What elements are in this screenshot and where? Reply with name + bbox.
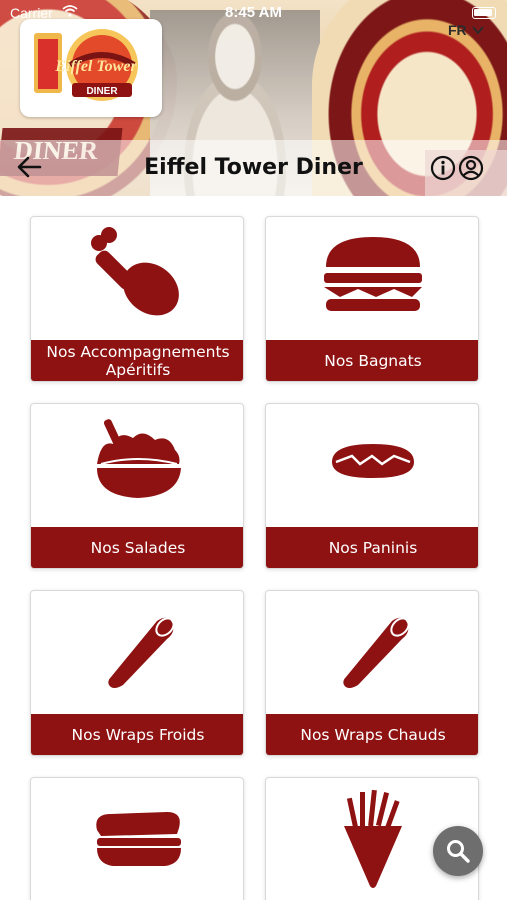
search-button[interactable]	[433, 826, 483, 876]
category-label: Nos Wraps Chauds	[266, 714, 478, 755]
logo-image: Eiffel Tower DINER	[34, 29, 138, 101]
category-card[interactable]	[30, 777, 244, 900]
logo-subtext: DINER	[86, 86, 118, 97]
chicken-leg-icon	[91, 227, 179, 316]
category-grid: Nos Accompagnements Apéritifs Nos Bagnat…	[0, 196, 507, 900]
user-profile-icon[interactable]	[458, 155, 484, 181]
category-card[interactable]: Nos Bagnats	[265, 216, 479, 382]
category-label: Nos Bagnats	[266, 340, 478, 381]
category-card[interactable]: Nos Accompagnements Apéritifs	[30, 216, 244, 382]
category-card[interactable]: Nos Wraps Froids	[30, 590, 244, 756]
category-label: Nos Salades	[31, 527, 243, 568]
toast-sandwich-icon	[96, 812, 181, 866]
category-label: Nos Paninis	[266, 527, 478, 568]
burger-icon	[324, 237, 422, 311]
category-card[interactable]: Nos Paninis	[265, 403, 479, 569]
category-card[interactable]: Nos Wraps Chauds	[265, 590, 479, 756]
app-screen: DINER Carrier 8:45 AM Eiffel Tower DINER…	[0, 0, 507, 900]
chevron-down-icon[interactable]	[471, 23, 485, 37]
category-label: Nos Accompagnements Apéritifs	[31, 340, 243, 381]
category-card[interactable]: Nos Salades	[30, 403, 244, 569]
wrap-icon	[108, 617, 175, 688]
sandwich-baguette-icon	[332, 444, 414, 478]
category-label: Nos Wraps Froids	[31, 714, 243, 755]
language-selector[interactable]: FR	[448, 22, 467, 38]
logo-wordmark: Eiffel Tower	[54, 58, 137, 75]
wrap-icon	[343, 617, 410, 688]
battery-icon	[472, 7, 496, 19]
salad-bowl-icon	[97, 419, 181, 498]
search-icon	[447, 840, 470, 863]
restaurant-logo[interactable]: Eiffel Tower DINER	[20, 19, 162, 117]
info-icon[interactable]	[430, 155, 456, 181]
